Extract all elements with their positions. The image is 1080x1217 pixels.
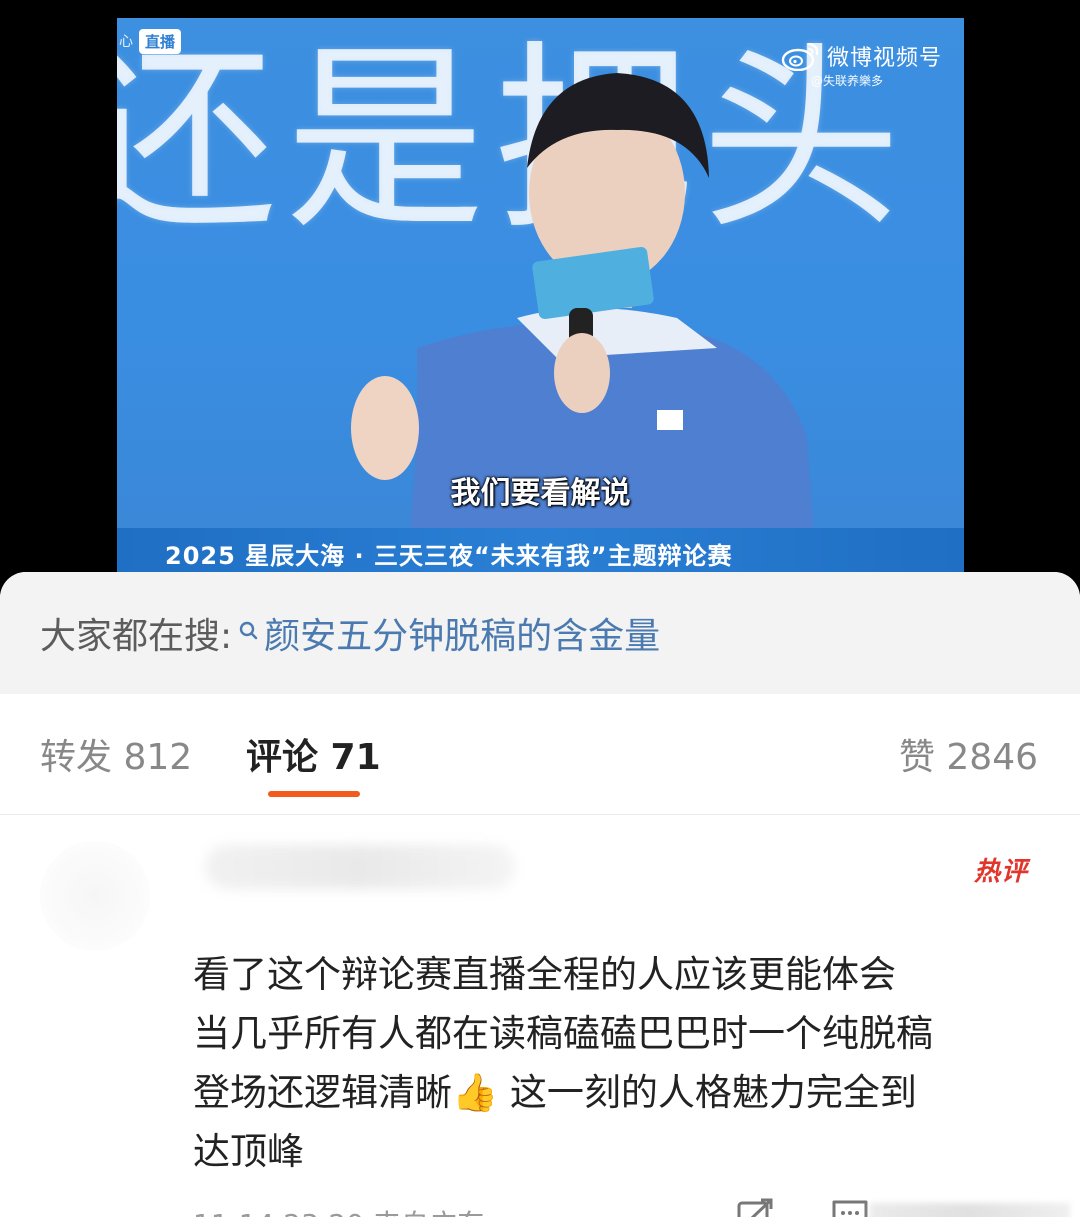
trending-query-text: 颜安五分钟脱稿的含金量 [264, 616, 661, 657]
lower-third-banner: 2025 星辰大海 · 三天三夜“未来有我”主题辩论赛 [117, 528, 964, 578]
active-tab-indicator [268, 791, 360, 797]
tab-repost[interactable]: 转发 812 [40, 728, 246, 780]
video-frame[interactable]: 还是把头 心 直播 微博视频号 @失联养樂多 我们要看解说 2025 星辰大海 … [117, 18, 964, 578]
weibo-logo-icon [781, 42, 819, 71]
lower-third-text: 2025 星辰大海 · 三天三夜“未来有我”主题辩论赛 [165, 541, 733, 570]
tab-likes[interactable]: 赞 2846 [899, 728, 1038, 780]
comment-line: 看了这个辩论赛直播全程的人应该更能体会 [193, 953, 896, 996]
live-tag: 心 直播 [117, 28, 182, 54]
comment-item: 热评 看了这个辩论赛直播全程的人应该更能体会 当几乎所有人都在读稿磕磕巴巴时一个… [0, 815, 1080, 1217]
username-blurred[interactable] [205, 845, 515, 889]
avatar[interactable] [40, 841, 150, 951]
watermark-handle: @失联养樂多 [810, 74, 883, 88]
search-icon [239, 621, 258, 640]
trending-query-link[interactable]: 颜安五分钟脱稿的含金量 [232, 607, 660, 659]
tab-comments[interactable]: 评论 71 [246, 728, 381, 780]
share-icon[interactable] [736, 1197, 776, 1217]
like-count-blurred[interactable] [870, 1203, 1070, 1217]
watermark-name: 微博视频号 [826, 46, 942, 71]
live-badge: 直播 [139, 28, 182, 54]
comment-line: 当几乎所有人都在读稿磕磕巴巴时一个纯脱稿 [193, 1012, 933, 1055]
interaction-tabs: 转发 812 评论 71 赞 2846 [0, 694, 1080, 814]
reply-icon[interactable] [830, 1197, 870, 1217]
trending-label: 大家都在搜: [40, 616, 233, 657]
comment-line: 达顶峰 [193, 1130, 304, 1173]
comment-actions [0, 1197, 1080, 1217]
comment-line: 登场还逻辑清晰👍 这一刻的人格魅力完全到 [193, 1071, 917, 1114]
hot-comment-badge: 热评 [973, 857, 1028, 887]
video-subtitle: 我们要看解说 [450, 476, 631, 511]
post-card: 大家都在搜: 颜安五分钟脱稿的含金量 转发 812 评论 71 赞 2846 热… [0, 572, 1080, 1217]
trending-search-strip[interactable]: 大家都在搜: 颜安五分钟脱稿的含金量 [0, 572, 1080, 694]
channel-partial-text: 心 [119, 34, 133, 50]
weibo-video-watermark: 微博视频号 @失联养樂多 [781, 40, 942, 89]
comment-text: 看了这个辩论赛直播全程的人应该更能体会 当几乎所有人都在读稿磕磕巴巴时一个纯脱稿… [193, 945, 1053, 1181]
